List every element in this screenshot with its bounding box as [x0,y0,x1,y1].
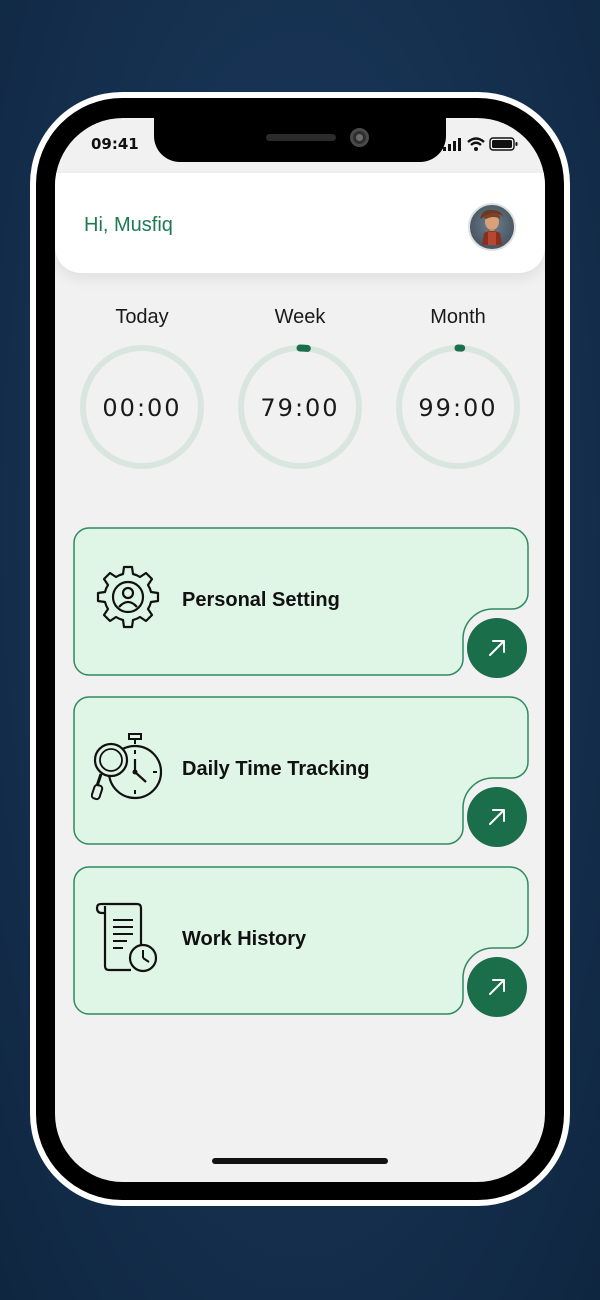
document-clock-icon [95,902,158,973]
notch [154,118,446,162]
open-daily-time-tracking-button[interactable] [467,787,527,847]
app-screen: 09:41 Hi, Musfiq Today 00:00 Week 79:00 … [55,118,545,1182]
signal-icon [443,138,461,151]
menu-label: Personal Setting [182,589,340,611]
status-bar: 09:41 [55,118,545,172]
timer-label: Month [430,306,486,328]
timer-label: Week [274,306,326,328]
timer-week: Week 79:00 [235,306,365,476]
timers-section: Today 00:00 Week 79:00 Month 99:00 [55,306,545,476]
status-icons [443,137,518,151]
arrow-up-right-icon [489,640,505,656]
stopwatch-search-icon [91,733,163,801]
wifi-icon [467,137,485,151]
greeting-text: Hi, Musfiq [84,214,173,236]
camera-icon [350,128,369,147]
daily-time-tracking-card[interactable]: Daily Time Tracking [73,696,529,847]
home-indicator[interactable] [212,1158,388,1164]
speaker [266,134,336,141]
arrow-up-right-icon [489,979,505,995]
gear-user-icon [96,565,160,629]
header-card: Hi, Musfiq [55,173,545,273]
timer-value: 79:00 [260,394,340,422]
avatar-image [480,209,504,245]
personal-setting-card[interactable]: Personal Setting [73,527,529,678]
timer-month: Month 99:00 [393,306,523,476]
arrow-up-right-icon [489,809,505,825]
battery-icon [489,137,518,151]
timer-value: 99:00 [418,394,498,422]
avatar[interactable] [468,203,516,251]
timer-today: Today 00:00 [77,306,207,476]
work-history-card[interactable]: Work History [73,866,529,1017]
timer-value: 00:00 [102,394,182,422]
status-time: 09:41 [91,135,139,153]
open-personal-setting-button[interactable] [467,618,527,678]
menu-label: Work History [182,928,307,950]
menu-label: Daily Time Tracking [182,758,370,780]
timer-label: Today [115,306,169,328]
open-work-history-button[interactable] [467,957,527,1017]
